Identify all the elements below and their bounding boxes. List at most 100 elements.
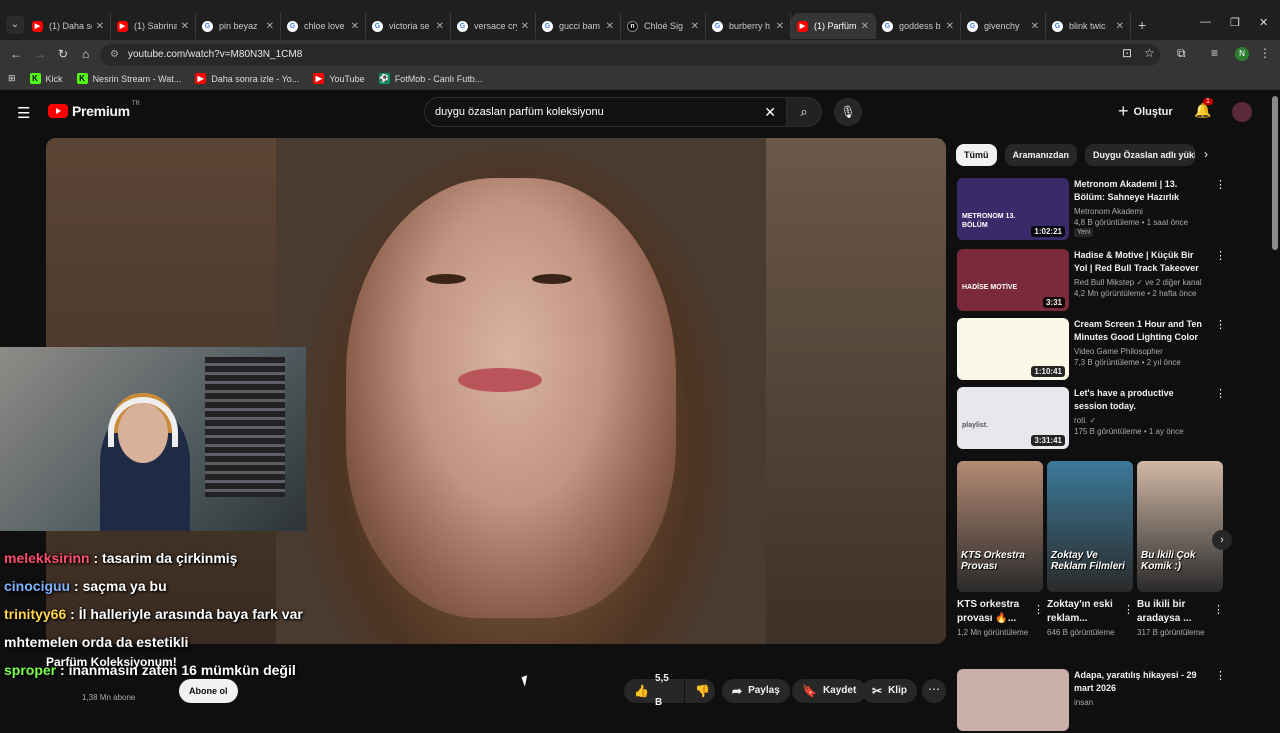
browser-tab[interactable]: ▶ (1) Daha sonra ✕	[26, 13, 111, 39]
account-avatar[interactable]	[1232, 102, 1252, 122]
close-tab-icon[interactable]: ✕	[181, 21, 189, 32]
url-field[interactable]: ⚙ youtube.com/watch?v=M80N3N_1CM8	[100, 44, 1160, 66]
video-stats: 4,2 Mn görüntüleme • 2 hafta önce	[1074, 289, 1197, 298]
subscribe-button[interactable]: Abone ol	[179, 679, 238, 703]
video-thumbnail[interactable]: playlist. 3:31:41	[957, 387, 1069, 449]
bookmark-star-icon[interactable]: ☆	[1144, 46, 1155, 60]
short-thumbnail[interactable]: KTS Orkestra Provası	[957, 461, 1043, 592]
browser-tab[interactable]: Ggucci bam ✕	[536, 13, 621, 39]
close-tab-icon[interactable]: ✕	[861, 21, 869, 32]
close-tab-icon[interactable]: ✕	[521, 21, 529, 32]
more-options-icon[interactable]: ⋮	[1215, 249, 1226, 262]
video-thumbnail[interactable]: METRONOM 13. BÖLÜM 1:02:21	[957, 178, 1069, 240]
install-app-icon[interactable]: ⊡	[1122, 46, 1132, 60]
media-icon[interactable]: ≡	[1211, 46, 1218, 60]
more-options-icon[interactable]: ⋮	[1215, 387, 1226, 400]
menu-icon[interactable]: ☰	[17, 104, 30, 122]
more-options-icon[interactable]: ⋮	[1213, 603, 1224, 616]
browser-tab[interactable]: Gburberry h ✕	[706, 13, 791, 39]
close-tab-icon[interactable]: ✕	[436, 21, 444, 32]
close-tab-icon[interactable]: ✕	[96, 21, 104, 32]
chrome-menu-icon[interactable]: ⋮	[1259, 46, 1271, 60]
tab-search-icon[interactable]: ⌄	[6, 16, 24, 34]
close-tab-icon[interactable]: ✕	[606, 21, 614, 32]
bookmark-item[interactable]: ⚽ FotMob - Canlı Futb...	[378, 73, 482, 84]
browser-tab[interactable]: n Chloé Sig ✕	[621, 13, 706, 39]
bookmark-item[interactable]: ▶ Daha sonra izle - Yo...	[195, 73, 299, 84]
browser-tab[interactable]: Ggoddess b ✕	[876, 13, 961, 39]
apps-icon[interactable]: ⊞	[8, 73, 16, 84]
more-actions-button[interactable]: ⋯	[922, 679, 946, 703]
video-thumbnail[interactable]	[957, 669, 1069, 731]
site-info-icon[interactable]: ⚙	[110, 44, 119, 66]
page-scrollbar[interactable]	[1272, 96, 1278, 250]
youtube-logo[interactable]: Premium TR	[48, 101, 140, 119]
youtube-play-icon	[48, 104, 68, 118]
filter-chip[interactable]: Tümü	[956, 144, 997, 166]
browser-tab[interactable]: Gblink twic ✕	[1046, 13, 1131, 39]
recommended-video[interactable]: HADİSE MOTİVE 3:31 Hadise & Motive | Küçük…	[957, 249, 1226, 313]
more-options-icon[interactable]: ⋮	[1215, 178, 1226, 191]
browser-tab[interactable]: Gvictoria se ✕	[366, 13, 451, 39]
short-thumbnail[interactable]: Zoktay Ve Reklam Filmleri	[1047, 461, 1133, 592]
filter-chip[interactable]: Aramanızdan	[1004, 144, 1078, 166]
back-icon[interactable]: ←	[10, 47, 22, 61]
browser-tab[interactable]: ▶ (1) Sabrina ✕	[111, 13, 196, 39]
close-tab-icon[interactable]: ✕	[351, 21, 359, 32]
recommended-video[interactable]: METRONOM 13. BÖLÜM 1:02:21 Metronom Akadem…	[957, 178, 1226, 242]
chevron-right-icon[interactable]: ›	[1204, 147, 1208, 161]
voice-search-button[interactable]: 🎙	[834, 98, 862, 126]
dislike-button[interactable]: 👎	[685, 679, 715, 703]
close-tab-icon[interactable]: ✕	[1116, 21, 1124, 32]
more-options-icon[interactable]: ⋮	[1215, 318, 1226, 331]
bookmark-item[interactable]: K Nesrin Stream - Wat...	[76, 73, 181, 84]
close-tab-icon[interactable]: ✕	[266, 21, 274, 32]
more-options-icon[interactable]: ⋮	[1033, 603, 1044, 616]
clip-button[interactable]: ✂ Klip	[862, 679, 917, 703]
short-thumbnail[interactable]: Bu İkili Çok Komik :)	[1137, 461, 1223, 592]
bookmark-item[interactable]: ▶ YouTube	[313, 73, 365, 84]
short-video[interactable]: Bu İkili Çok Komik :) Bu ikili bir araday…	[1137, 461, 1224, 637]
close-window-icon[interactable]: ✕	[1259, 16, 1268, 29]
browser-tab[interactable]: Gchloe love ✕	[281, 13, 366, 39]
browser-tab[interactable]: ▶ (1) Parfüm ✕	[791, 13, 876, 39]
browser-tab[interactable]: Gversace cry ✕	[451, 13, 536, 39]
more-options-icon[interactable]: ⋮	[1215, 669, 1226, 682]
filter-chip[interactable]: Duygu Özaslan adlı yükl	[1085, 144, 1196, 166]
new-tab-button[interactable]: +	[1138, 17, 1146, 33]
shorts-next-button[interactable]: ›	[1212, 530, 1232, 550]
maximize-icon[interactable]: ❐	[1230, 16, 1240, 29]
save-button[interactable]: 🔖 Kaydet	[792, 679, 867, 703]
more-options-icon[interactable]: ⋮	[1123, 603, 1134, 616]
youtube-header: ☰ Premium TR duygu özaslan parfüm koleks…	[0, 92, 1280, 132]
like-button[interactable]: 👍 5,5 B	[624, 673, 684, 708]
search-input[interactable]: duygu özaslan parfüm koleksiyonu ✕	[424, 97, 786, 127]
bookmark-item[interactable]: K Kick	[29, 73, 63, 84]
forward-icon[interactable]: →	[34, 47, 46, 61]
share-button[interactable]: ➦ Paylaş	[722, 679, 790, 703]
video-thumbnail[interactable]: 1:10:41	[957, 318, 1069, 380]
recommended-video[interactable]: playlist. 3:31:41 Let's have a productive …	[957, 387, 1226, 451]
browser-tab[interactable]: Ggivenchy ✕	[961, 13, 1046, 39]
profile-avatar[interactable]: N	[1235, 47, 1249, 61]
close-tab-icon[interactable]: ✕	[691, 21, 699, 32]
close-tab-icon[interactable]: ✕	[946, 21, 954, 32]
extensions-icon[interactable]: ⧉	[1177, 46, 1186, 61]
search-button[interactable]: ⌕	[786, 97, 822, 127]
reload-icon[interactable]: ↻	[58, 47, 68, 61]
browser-tab[interactable]: Gpin beyaz ✕	[196, 13, 281, 39]
notifications-button[interactable]: 🔔 1	[1194, 98, 1213, 119]
short-video[interactable]: Zoktay Ve Reklam Filmleri Zoktay'ın eski …	[1047, 461, 1134, 637]
recommended-video[interactable]: Adapa, yaratılış hikayesi - 29 mart 2026…	[957, 669, 1226, 733]
video-thumbnail[interactable]: HADİSE MOTİVE 3:31	[957, 249, 1069, 311]
create-button[interactable]: + Oluştur	[1118, 101, 1173, 122]
clear-search-icon[interactable]: ✕	[764, 98, 776, 126]
short-video[interactable]: KTS Orkestra Provası KTS orkestra provası…	[957, 461, 1044, 637]
close-tab-icon[interactable]: ✕	[776, 21, 784, 32]
home-icon[interactable]: ⌂	[82, 47, 89, 61]
google-favicon-icon: G	[712, 20, 723, 32]
close-tab-icon[interactable]: ✕	[1031, 21, 1039, 32]
recommended-video[interactable]: 1:10:41 Cream Screen 1 Hour and Ten Minut…	[957, 318, 1226, 382]
minimize-icon[interactable]: —	[1200, 16, 1211, 28]
browser-tab-title: (1) Parfüm	[814, 21, 857, 31]
